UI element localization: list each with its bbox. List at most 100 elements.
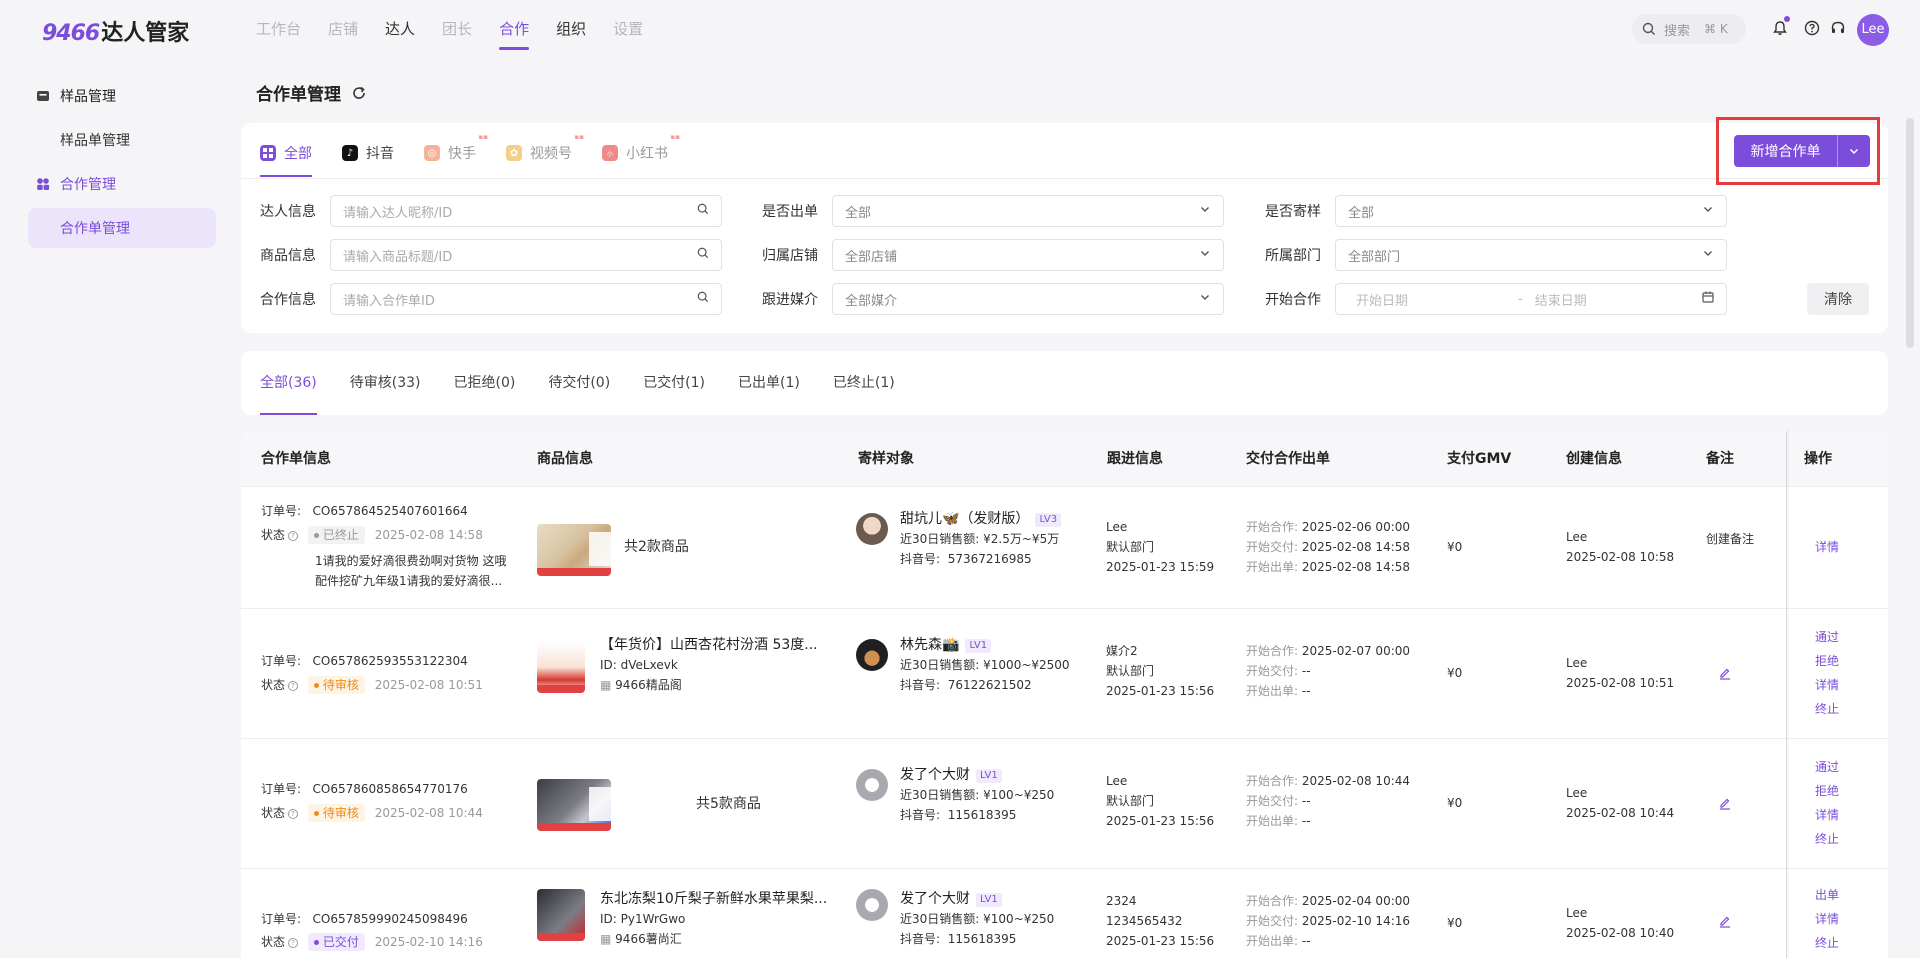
talent-search-input[interactable]: 请输入达人昵称/ID bbox=[330, 195, 722, 227]
status-badge: 待审核 bbox=[307, 804, 365, 822]
edit-icon[interactable] bbox=[1718, 797, 1732, 811]
status-text: 已终止 bbox=[322, 528, 359, 542]
nav-item-settings[interactable]: 设置 bbox=[613, 0, 643, 58]
product-thumbnail[interactable] bbox=[537, 889, 585, 941]
nav-item-talent[interactable]: 达人 bbox=[385, 0, 415, 58]
douyin-icon: ♪ bbox=[342, 145, 358, 161]
add-coop-order-button[interactable]: 新增合作单 bbox=[1734, 135, 1870, 167]
help-icon[interactable] bbox=[1802, 18, 1822, 38]
media-select[interactable]: 全部媒介 bbox=[832, 283, 1224, 315]
detail-link[interactable]: 详情 bbox=[1797, 537, 1857, 557]
chevron-down-icon[interactable] bbox=[1838, 135, 1870, 167]
tab-status-pending[interactable]: 待审核(33) bbox=[350, 351, 421, 415]
notification-dot bbox=[1784, 16, 1790, 22]
tab-status-all[interactable]: 全部(36) bbox=[260, 351, 317, 415]
talent-name[interactable]: 发了个大财 bbox=[900, 891, 970, 907]
order-id[interactable]: CO6578645254076016​64 bbox=[313, 504, 468, 518]
product-search-input[interactable]: 请输入商品标题/ID bbox=[330, 239, 722, 271]
tab-status-shipped[interactable]: 已出单(1) bbox=[738, 351, 800, 415]
label: 订单号: bbox=[261, 504, 302, 518]
label: 近30日销售额: bbox=[900, 658, 980, 672]
detail-link[interactable]: 详情 bbox=[1797, 805, 1857, 825]
tab-status-terminated[interactable]: 已终止(1) bbox=[833, 351, 895, 415]
headset-icon[interactable] bbox=[1828, 18, 1848, 38]
sidebar-group-samples[interactable]: 样品管理 bbox=[28, 76, 216, 116]
product-title[interactable]: 【年货价】山西杏花村汾酒 53度... bbox=[600, 635, 818, 655]
filter-talent: 达人信息 请输入达人昵称/ID bbox=[260, 195, 722, 227]
terminate-link[interactable]: 终止 bbox=[1797, 699, 1857, 719]
department-select[interactable]: 全部部门 bbox=[1335, 239, 1727, 271]
product-thumbnail[interactable] bbox=[537, 641, 585, 693]
edit-icon[interactable] bbox=[1718, 667, 1732, 681]
terminate-link[interactable]: 终止 bbox=[1797, 829, 1857, 849]
end-date-input[interactable]: 结束日期 bbox=[1535, 290, 1587, 309]
help-icon[interactable]: ? bbox=[288, 681, 299, 691]
nav-item-organization[interactable]: 组织 bbox=[556, 0, 586, 58]
table-row[interactable]: 订单号: CO657860858654770176 状态? 待审核 2025-0… bbox=[241, 739, 1888, 869]
detail-link[interactable]: 详情 bbox=[1797, 675, 1857, 695]
reject-link[interactable]: 拒绝 bbox=[1797, 781, 1857, 801]
terminate-link[interactable]: 终止 bbox=[1797, 933, 1857, 953]
order-id[interactable]: CO657862593553122304 bbox=[313, 654, 468, 668]
global-search[interactable]: 搜索 ⌘ K bbox=[1632, 14, 1746, 44]
talent-name[interactable]: 甜坑儿🦋（发财版） bbox=[900, 511, 1029, 527]
remark-link[interactable]: 创建备注 bbox=[1706, 529, 1754, 549]
help-icon[interactable]: ? bbox=[288, 809, 299, 819]
product-count[interactable]: 共2款商品 bbox=[624, 537, 689, 557]
talent-name[interactable]: 林先森📸 bbox=[900, 637, 959, 653]
deliver-time: 2025-02-08 14:58 bbox=[1301, 540, 1411, 554]
tab-platform-all[interactable]: 全部 bbox=[260, 141, 312, 177]
help-icon[interactable]: ? bbox=[288, 531, 299, 541]
approve-link[interactable]: 通过 bbox=[1797, 627, 1857, 647]
input-placeholder: 请输入商品标题/ID bbox=[343, 249, 453, 265]
page-scrollbar[interactable] bbox=[1906, 118, 1914, 348]
tab-status-rejected[interactable]: 已拒绝(0) bbox=[454, 351, 516, 415]
add-coop-order-label[interactable]: 新增合作单 bbox=[1734, 135, 1838, 167]
creator-info: Lee 2025-02-08 10:58 bbox=[1566, 527, 1674, 567]
product-store: 9466精品阁 bbox=[615, 678, 682, 692]
tab-platform-xiaohongshu[interactable]: 小 小红书 ▪▪ bbox=[602, 133, 680, 165]
start-date-input[interactable]: 开始日期 bbox=[1356, 290, 1408, 309]
product-thumbnail[interactable] bbox=[537, 779, 611, 831]
label: 开始合作: bbox=[1246, 894, 1299, 908]
store-select[interactable]: 全部店铺 bbox=[832, 239, 1224, 271]
tab-platform-kuaishou[interactable]: ◎ 快手 ▪▪ bbox=[424, 133, 488, 165]
sample-select[interactable]: 全部 bbox=[1335, 195, 1727, 227]
table-row[interactable]: 订单号: CO657862593553122304 状态? 待审核 2025-0… bbox=[241, 609, 1888, 739]
user-avatar[interactable]: Lee bbox=[1857, 14, 1889, 46]
sidebar-group-cooperation[interactable]: 合作管理 bbox=[28, 164, 216, 204]
bell-icon[interactable] bbox=[1770, 16, 1790, 38]
product-thumbnail[interactable] bbox=[537, 524, 611, 576]
refresh-icon[interactable] bbox=[351, 85, 367, 101]
date-range-picker[interactable]: 开始日期 - 结束日期 bbox=[1335, 283, 1727, 315]
detail-link[interactable]: 详情 bbox=[1797, 909, 1857, 929]
shipped-select[interactable]: 全部 bbox=[832, 195, 1224, 227]
product-title[interactable]: 东北冻梨10斤梨子新鲜水果苹果梨... bbox=[600, 889, 827, 909]
table-row[interactable]: 订单号: CO657859990245098496 状态? 已交付 2025-0… bbox=[241, 869, 1888, 958]
product-count[interactable]: 共5款商品 bbox=[696, 794, 761, 814]
reject-link[interactable]: 拒绝 bbox=[1797, 651, 1857, 671]
approve-link[interactable]: 通过 bbox=[1797, 757, 1857, 777]
sidebar-item-sample-orders[interactable]: 样品单管理 bbox=[28, 120, 216, 160]
help-icon[interactable]: ? bbox=[288, 938, 299, 948]
tab-status-to-deliver[interactable]: 待交付(0) bbox=[548, 351, 610, 415]
table-row[interactable]: 订单号: CO6578645254076016​64 状态? 已终止 2025-… bbox=[241, 487, 1888, 609]
nav-item-workbench[interactable]: 工作台 bbox=[256, 0, 301, 58]
ship-link[interactable]: 出单 bbox=[1797, 885, 1857, 905]
tab-platform-douyin[interactable]: ♪ 抖音 bbox=[342, 141, 394, 165]
clear-button[interactable]: 清除 bbox=[1807, 283, 1869, 315]
tab-platform-shipinhao[interactable]: ✿ 视频号 ▪▪ bbox=[506, 133, 584, 165]
order-id[interactable]: CO657859990245098496 bbox=[313, 912, 468, 926]
order-id[interactable]: CO657860858654770176 bbox=[313, 782, 468, 796]
nav-item-store[interactable]: 店铺 bbox=[328, 0, 358, 58]
talent-name[interactable]: 发了个大财 bbox=[900, 767, 970, 783]
app-logo[interactable]: 9466 达人管家 bbox=[42, 15, 189, 47]
label: ID: bbox=[600, 658, 617, 672]
nav-item-leader[interactable]: 团长 bbox=[442, 0, 472, 58]
coop-search-input[interactable]: 请输入合作单ID bbox=[330, 283, 722, 315]
ship-time: -- bbox=[1301, 684, 1311, 698]
nav-item-cooperation[interactable]: 合作 bbox=[499, 0, 530, 58]
edit-icon[interactable] bbox=[1718, 915, 1732, 929]
tab-status-delivered[interactable]: 已交付(1) bbox=[643, 351, 705, 415]
sidebar-item-coop-orders[interactable]: 合作单管理 bbox=[28, 208, 216, 248]
